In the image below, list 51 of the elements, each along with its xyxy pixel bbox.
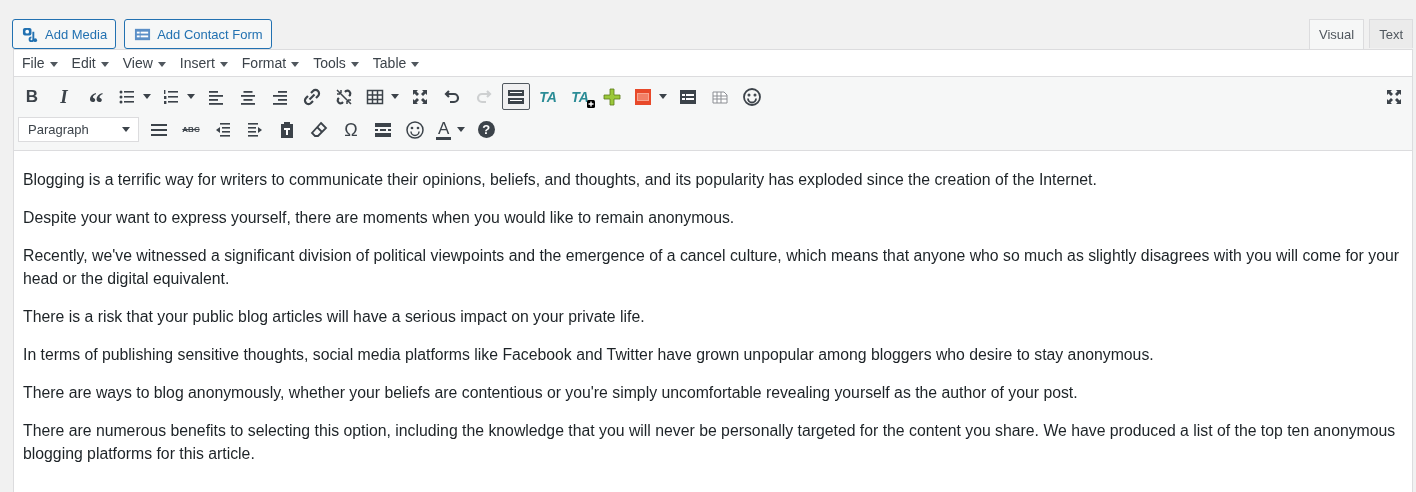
paragraph: There is a risk that your public blog articles will have a serious impact on your private life.: [23, 307, 646, 327]
paragraph: Despite your want to express yourself, there are moments when you would like to remain anonymous.: [23, 208, 736, 228]
caret-icon: [457, 127, 466, 132]
menu-item[interactable]: Edit: [65, 55, 115, 71]
caret-icon: [100, 62, 109, 67]
menu-item[interactable]: Format: [235, 55, 306, 71]
menu-item[interactable]: Tools: [307, 55, 365, 71]
menu-item[interactable]: Table: [366, 55, 426, 71]
plus-icon: [602, 86, 622, 107]
unlink-icon: [334, 86, 354, 107]
smiley-icon: [742, 86, 762, 107]
paragraph: There are numerous benefits to selecting this option, including the knowledge that you will never be personally targeted for the content you share. We have produced a list of the top ten anonymous blogging platforms for this article.: [23, 421, 1397, 464]
add-contact-form-button[interactable]: Add Contact Form: [124, 19, 272, 49]
paragraph: Recently, we've witnessed a significant division of political viewpoints and the emergence of a cancel culture, which means that anyone who so much as slightly disagrees with you will come for your head or the digital equivalent.: [23, 246, 1400, 289]
quote-button[interactable]: “: [82, 83, 110, 110]
strike-button[interactable]: ABC: [177, 116, 205, 143]
format-select[interactable]: Paragraph: [18, 117, 139, 142]
ta-plus-button[interactable]: TA: [566, 83, 594, 110]
menu-item[interactable]: View: [116, 55, 172, 71]
toolbar-toggle-button[interactable]: [502, 83, 530, 110]
caret-icon: [350, 62, 359, 67]
caret-icon: [143, 94, 151, 99]
add-media-button[interactable]: Add Media: [12, 19, 117, 49]
caret-icon: [411, 62, 420, 67]
ta-button[interactable]: TA: [534, 83, 562, 110]
caret-icon: [391, 94, 399, 99]
omega-button[interactable]: Ω: [337, 116, 365, 143]
form-box-icon: [633, 86, 653, 107]
caret-icon: [659, 94, 667, 99]
caret-icon: [157, 62, 166, 67]
caret-icon: [187, 94, 195, 99]
menu-item[interactable]: File: [16, 55, 64, 71]
media-icon: [22, 25, 39, 43]
paragraph: In terms of publishing sensitive thoughts, social media platforms like Facebook and Twitter have grown unpopular among bloggers who desire to stay anonymous.: [23, 345, 1155, 365]
paragraph: Blogging is a terrific way for writers to communicate their opinions, beliefs, and thoughts, and its popularity has exploded since the creation of the Internet.: [23, 170, 1098, 190]
caret-icon: [219, 62, 228, 67]
bold-button[interactable]: B: [18, 83, 46, 110]
text-color-button[interactable]: A: [433, 116, 469, 143]
caret-icon: [49, 62, 58, 67]
italic-button[interactable]: I: [50, 83, 78, 110]
caret-icon: [291, 62, 300, 67]
editor-tab[interactable]: Text: [1369, 19, 1413, 48]
eraser-icon: [309, 119, 329, 140]
plus-badge-icon: [586, 99, 595, 108]
menu-item[interactable]: Insert: [173, 55, 234, 71]
caret-icon: [122, 127, 130, 132]
smiley-icon: [405, 119, 425, 140]
editor-tab[interactable]: Visual: [1308, 19, 1365, 49]
paragraph: There are ways to blog anonymously, whether your beliefs are contentious or you're simply uncomfortable revealing yourself as the author of your post.: [23, 383, 1079, 403]
link-icon: [302, 86, 322, 107]
help-button[interactable]: ?: [472, 116, 501, 143]
